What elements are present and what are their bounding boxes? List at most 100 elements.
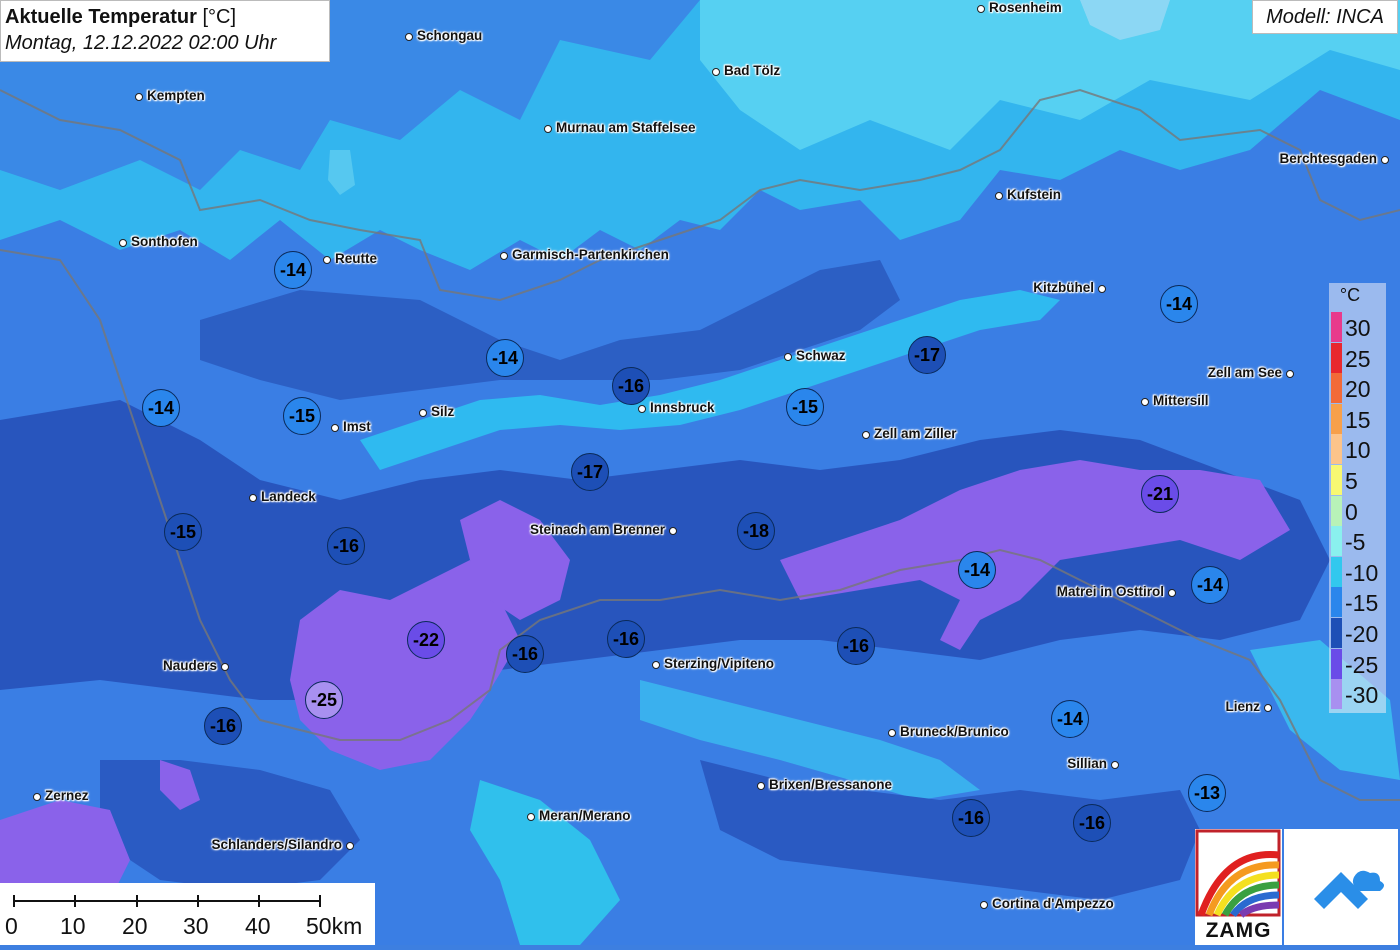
legend-item: 15 — [1329, 403, 1386, 434]
temperature-map[interactable] — [0, 0, 1400, 945]
city-label: Garmisch-Partenkirchen — [512, 247, 669, 262]
city-marker[interactable] — [1286, 370, 1294, 378]
city-marker[interactable] — [995, 192, 1003, 200]
title-box: Aktuelle Temperatur [°C] Montag, 12.12.2… — [0, 0, 330, 62]
city-marker[interactable] — [119, 239, 127, 247]
station-temperature[interactable]: -14 — [142, 389, 180, 427]
station-temperature[interactable]: -14 — [1191, 566, 1229, 604]
station-temperature[interactable]: -16 — [612, 367, 650, 405]
scale-line — [14, 900, 320, 902]
scale-label: 20 — [122, 913, 148, 939]
zamg-logo-text: ZAMG — [1205, 919, 1272, 942]
station-temperature[interactable]: -14 — [1160, 285, 1198, 323]
city-marker[interactable] — [977, 5, 985, 13]
legend-item: 0 — [1329, 495, 1386, 526]
city-marker[interactable] — [135, 93, 143, 101]
city-marker[interactable] — [527, 813, 535, 821]
city-marker[interactable] — [419, 409, 427, 417]
legend-item: -20 — [1329, 618, 1386, 648]
city-marker[interactable] — [1168, 589, 1176, 597]
station-temperature[interactable]: -14 — [486, 339, 524, 377]
station-temperature[interactable]: -16 — [952, 799, 990, 837]
city-marker[interactable] — [1141, 398, 1149, 406]
legend-swatch — [1331, 679, 1342, 710]
city-marker[interactable] — [669, 527, 677, 535]
city-marker[interactable] — [888, 729, 896, 737]
city-marker[interactable] — [405, 33, 413, 41]
city-marker[interactable] — [757, 782, 765, 790]
scale-tick — [319, 895, 321, 907]
legend-label: 20 — [1345, 376, 1371, 403]
station-temperature[interactable]: -15 — [786, 388, 824, 426]
city-marker[interactable] — [221, 663, 229, 671]
city-marker[interactable] — [652, 661, 660, 669]
color-legend: °C 30 25 20 15 10 5 0 -5 -10 -15 -20 -25 -30 — [1329, 283, 1386, 713]
station-temperature[interactable]: -22 — [407, 621, 445, 659]
city-label: Bad Tölz — [724, 63, 781, 78]
city-label: Berchtesgaden — [1279, 151, 1377, 166]
station-temperature[interactable]: -13 — [1188, 774, 1226, 812]
city-marker[interactable] — [1381, 156, 1389, 164]
station-temperature[interactable]: -16 — [1073, 804, 1111, 842]
legend-label: 15 — [1345, 406, 1371, 433]
city-label: Rosenheim — [989, 0, 1062, 15]
map-title: Aktuelle Temperatur [°C] — [5, 6, 237, 28]
legend-unit: °C — [1339, 285, 1361, 305]
model-label: Modell: INCA — [1252, 0, 1398, 34]
station-temperature[interactable]: -14 — [958, 551, 996, 589]
station-temperature[interactable]: -21 — [1141, 475, 1179, 513]
legend-swatch — [1331, 434, 1342, 465]
city-label: Zell am Ziller — [874, 426, 957, 441]
city-label: Sillian — [1067, 756, 1107, 771]
city-marker[interactable] — [862, 431, 870, 439]
city-marker[interactable] — [712, 68, 720, 76]
scale-bar: 0 10 20 30 40 50km — [0, 883, 375, 945]
station-temperature[interactable]: -14 — [1051, 700, 1089, 738]
city-marker[interactable] — [1264, 704, 1272, 712]
legend-item: 5 — [1329, 465, 1386, 495]
station-temperature[interactable]: -17 — [571, 453, 609, 491]
city-marker[interactable] — [544, 125, 552, 133]
map-subtitle: Montag, 12.12.2022 02:00 Uhr — [5, 32, 277, 54]
city-marker[interactable] — [638, 405, 646, 413]
city-marker[interactable] — [980, 901, 988, 909]
station-temperature[interactable]: -16 — [607, 620, 645, 658]
weather-app-logo[interactable] — [1284, 829, 1398, 945]
city-label: Brixen/Bressanone — [769, 777, 893, 792]
city-marker[interactable] — [331, 424, 339, 432]
city-marker[interactable] — [1098, 285, 1106, 293]
city-marker[interactable] — [323, 256, 331, 264]
station-temperature[interactable]: -15 — [164, 513, 202, 551]
legend-swatch — [1331, 618, 1342, 648]
legend-label: -10 — [1345, 559, 1379, 586]
station-temperature[interactable]: -15 — [283, 397, 321, 435]
city-marker[interactable] — [249, 494, 257, 502]
city-marker[interactable] — [33, 793, 41, 801]
station-temperature[interactable]: -17 — [908, 336, 946, 374]
station-temperature[interactable]: -18 — [737, 512, 775, 550]
legend-label: -5 — [1345, 529, 1366, 556]
legend-item: 25 — [1329, 342, 1386, 373]
station-temperature[interactable]: -25 — [305, 681, 343, 719]
station-temperature[interactable]: -16 — [327, 527, 365, 565]
city-marker[interactable] — [1111, 761, 1119, 769]
legend-item: -30 — [1329, 679, 1386, 710]
city-marker[interactable] — [784, 353, 792, 361]
zamg-logo[interactable]: ZAMG — [1195, 829, 1282, 945]
city-marker[interactable] — [500, 252, 508, 260]
scale-label: 0 — [5, 913, 18, 939]
city-label: Schlanders/Silandro — [211, 837, 342, 852]
legend-swatch — [1331, 648, 1342, 679]
city-marker[interactable] — [346, 842, 354, 850]
station-temperature[interactable]: -14 — [274, 251, 312, 289]
city-label: Bruneck/Brunico — [900, 724, 1009, 739]
city-label: Zernez — [45, 788, 89, 803]
legend-label: -15 — [1345, 590, 1379, 617]
station-temperature[interactable]: -16 — [837, 627, 875, 665]
city-label: Kufstein — [1007, 187, 1061, 202]
station-temperature[interactable]: -16 — [506, 635, 544, 673]
city-label: Zell am See — [1207, 365, 1282, 380]
legend-item: -5 — [1329, 526, 1386, 557]
legend-label: 30 — [1345, 315, 1371, 341]
station-temperature[interactable]: -16 — [204, 707, 242, 745]
